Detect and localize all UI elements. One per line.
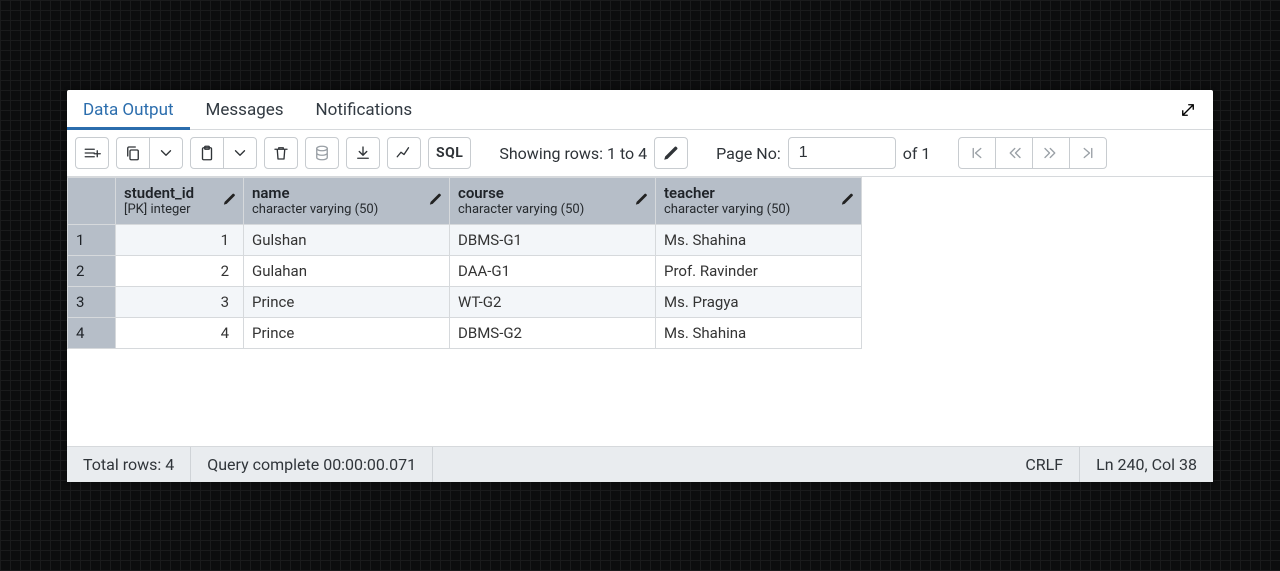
tab-label: Messages (206, 100, 284, 120)
cell-student_id[interactable]: 4 (116, 317, 244, 348)
pencil-icon[interactable] (222, 191, 237, 210)
column-header-course[interactable]: coursecharacter varying (50) (450, 178, 656, 225)
add-row-button[interactable] (75, 137, 109, 169)
cell-course[interactable]: DBMS-G2 (450, 317, 656, 348)
first-page-icon (968, 144, 986, 162)
prev-page-button[interactable] (995, 137, 1033, 169)
column-header-student_id[interactable]: student_id[PK] integer (116, 178, 244, 225)
last-page-button[interactable] (1069, 137, 1107, 169)
column-type: character varying (50) (664, 202, 853, 218)
database-icon (313, 144, 331, 162)
copy-dropdown-button[interactable] (149, 137, 183, 169)
pencil-icon[interactable] (428, 191, 443, 210)
paste-button[interactable] (190, 137, 224, 169)
edit-rows-button[interactable] (654, 137, 688, 169)
next-page-icon (1042, 144, 1060, 162)
last-page-icon (1079, 144, 1097, 162)
pencil-icon[interactable] (840, 191, 855, 210)
cell-name[interactable]: Gulahan (244, 255, 450, 286)
sql-label: SQL (436, 145, 463, 161)
row-number-cell[interactable]: 2 (68, 255, 116, 286)
save-data-button[interactable] (305, 137, 339, 169)
rows-range-label: Showing rows: 1 to 4 (499, 144, 647, 163)
table-area: student_id[PK] integernamecharacter vary… (67, 177, 1213, 446)
tab-notifications[interactable]: Notifications (300, 90, 429, 129)
table-body: 11GulshanDBMS-G1Ms. Shahina22GulahanDAA-… (68, 224, 862, 348)
table-row[interactable]: 11GulshanDBMS-G1Ms. Shahina (68, 224, 862, 255)
row-number-cell[interactable]: 4 (68, 317, 116, 348)
tab-data-output[interactable]: Data Output (67, 90, 190, 129)
cell-name[interactable]: Gulshan (244, 224, 450, 255)
tab-label: Data Output (83, 100, 174, 120)
add-row-icon (83, 144, 101, 162)
status-bar: Total rows: 4 Query complete 00:00:00.07… (67, 446, 1213, 482)
result-panel: Data Output Messages Notifications (67, 90, 1213, 482)
table-row[interactable]: 33PrinceWT-G2Ms. Pragya (68, 286, 862, 317)
copy-button[interactable] (116, 137, 150, 169)
next-page-button[interactable] (1032, 137, 1070, 169)
cell-name[interactable]: Prince (244, 286, 450, 317)
cell-name[interactable]: Prince (244, 317, 450, 348)
tabs: Data Output Messages Notifications (67, 90, 1213, 130)
column-name: course (458, 184, 647, 202)
column-name: student_id (124, 184, 235, 202)
cell-course[interactable]: DBMS-G1 (450, 224, 656, 255)
page-no-label: Page No: (716, 144, 781, 163)
column-header-name[interactable]: namecharacter varying (50) (244, 178, 450, 225)
copy-icon (124, 144, 142, 162)
cell-teacher[interactable]: Ms. Pragya (656, 286, 862, 317)
chart-line-icon (395, 144, 413, 162)
trash-icon (272, 144, 290, 162)
row-number-cell[interactable]: 1 (68, 224, 116, 255)
cell-teacher[interactable]: Prof. Ravinder (656, 255, 862, 286)
pencil-icon (662, 144, 680, 162)
page-number-input[interactable] (788, 137, 896, 169)
prev-page-icon (1005, 144, 1023, 162)
clipboard-icon (198, 144, 216, 162)
column-name: name (252, 184, 441, 202)
tab-label: Notifications (316, 100, 413, 120)
table-row[interactable]: 44PrinceDBMS-G2Ms. Shahina (68, 317, 862, 348)
page-total-label: of 1 (903, 144, 931, 163)
status-eol[interactable]: CRLF (1009, 447, 1080, 482)
cell-teacher[interactable]: Ms. Shahina (656, 224, 862, 255)
column-name: teacher (664, 184, 853, 202)
pagination-group (958, 137, 1107, 169)
copy-group (116, 137, 183, 169)
data-table: student_id[PK] integernamecharacter vary… (67, 177, 862, 349)
row-number-header[interactable] (68, 178, 116, 225)
cell-student_id[interactable]: 3 (116, 286, 244, 317)
table-head: student_id[PK] integernamecharacter vary… (68, 178, 862, 225)
column-type: character varying (50) (252, 202, 441, 218)
toolbar: SQL Showing rows: 1 to 4 Page No: of 1 (67, 130, 1213, 177)
status-total-rows: Total rows: 4 (67, 447, 191, 482)
cell-student_id[interactable]: 1 (116, 224, 244, 255)
cell-teacher[interactable]: Ms. Shahina (656, 317, 862, 348)
cell-student_id[interactable]: 2 (116, 255, 244, 286)
row-number-cell[interactable]: 3 (68, 286, 116, 317)
column-type: [PK] integer (124, 202, 235, 218)
download-icon (354, 144, 372, 162)
status-cursor[interactable]: Ln 240, Col 38 (1080, 447, 1213, 482)
chevron-down-icon (157, 144, 175, 162)
table-row[interactable]: 22GulahanDAA-G1Prof. Ravinder (68, 255, 862, 286)
graph-button[interactable] (387, 137, 421, 169)
status-query-time: Query complete 00:00:00.071 (191, 447, 433, 482)
pencil-icon[interactable] (634, 191, 649, 210)
cell-course[interactable]: WT-G2 (450, 286, 656, 317)
column-header-teacher[interactable]: teachercharacter varying (50) (656, 178, 862, 225)
paste-group (190, 137, 257, 169)
paste-dropdown-button[interactable] (223, 137, 257, 169)
first-page-button[interactable] (958, 137, 996, 169)
chevron-down-icon (231, 144, 249, 162)
tab-messages[interactable]: Messages (190, 90, 300, 129)
cell-course[interactable]: DAA-G1 (450, 255, 656, 286)
column-type: character varying (50) (458, 202, 647, 218)
expand-diagonal-icon (1179, 101, 1197, 119)
expand-button[interactable] (1173, 95, 1203, 125)
download-button[interactable] (346, 137, 380, 169)
delete-row-button[interactable] (264, 137, 298, 169)
sql-button[interactable]: SQL (428, 137, 471, 169)
